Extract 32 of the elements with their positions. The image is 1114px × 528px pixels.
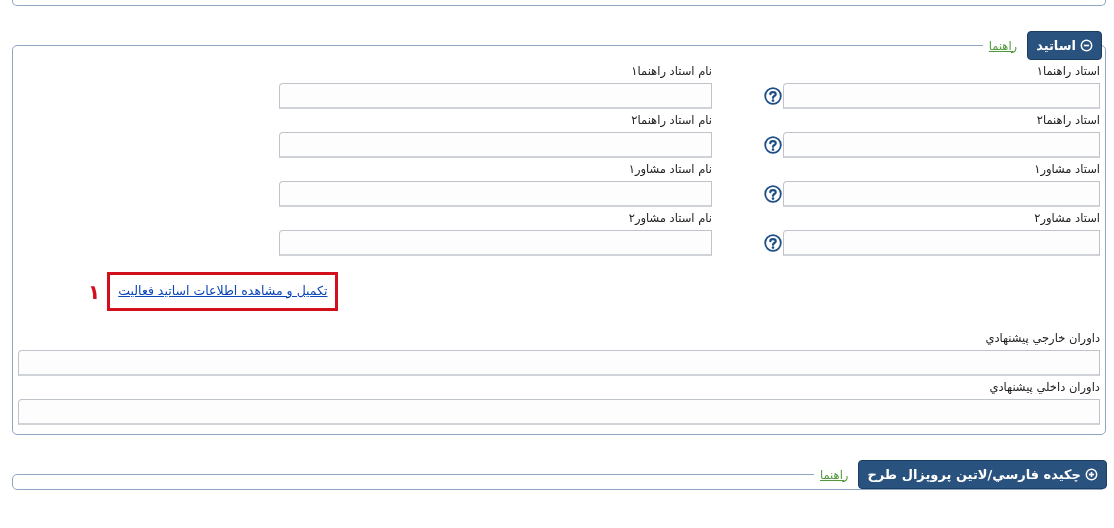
activity-link[interactable]: تکميل و مشاهده اطلاعات اساتيد فعاليت: [118, 283, 328, 298]
help-icon[interactable]: [764, 185, 782, 203]
help-icon[interactable]: [764, 136, 782, 154]
field-label: استاد راهنما۱: [1035, 63, 1100, 80]
section-toggle-button[interactable]: اساتيد: [1027, 31, 1102, 60]
help-icon[interactable]: [764, 234, 782, 252]
input-field[interactable]: [279, 132, 712, 158]
input-field[interactable]: [783, 230, 1100, 256]
help-link[interactable]: راهنما: [819, 467, 849, 482]
input-field[interactable]: [783, 181, 1100, 207]
field-label: داوران داخلي پيشنهادي: [988, 379, 1100, 396]
help-link[interactable]: راهنما: [988, 38, 1018, 53]
field-label: استاد مشاور۱: [1033, 161, 1100, 178]
input-field[interactable]: [279, 181, 712, 207]
input-field[interactable]: [18, 350, 1100, 376]
collapse-icon: [1080, 39, 1093, 52]
field-label: داوران خارجي پيشنهادي: [984, 330, 1100, 347]
input-field[interactable]: [18, 399, 1100, 425]
help-icon[interactable]: [764, 87, 782, 105]
expand-icon: [1085, 468, 1098, 481]
field-label: نام استاد مشاور۱: [627, 161, 712, 178]
input-field[interactable]: [279, 230, 712, 256]
field-label: نام استاد راهنما۱: [630, 63, 712, 80]
field-label: نام استاد راهنما۲: [630, 112, 712, 129]
section-toggle-button[interactable]: چکيده فارسي/لاتين پروپزال طرح: [858, 460, 1107, 489]
field-label: استاد راهنما۲: [1035, 112, 1100, 129]
input-field[interactable]: [783, 132, 1100, 158]
field-label: استاد مشاور۲: [1033, 210, 1100, 227]
field-label: نام استاد مشاور۲: [627, 210, 712, 227]
input-field[interactable]: [783, 83, 1100, 109]
annotation-number: ۱: [88, 279, 101, 304]
input-field[interactable]: [279, 83, 712, 109]
